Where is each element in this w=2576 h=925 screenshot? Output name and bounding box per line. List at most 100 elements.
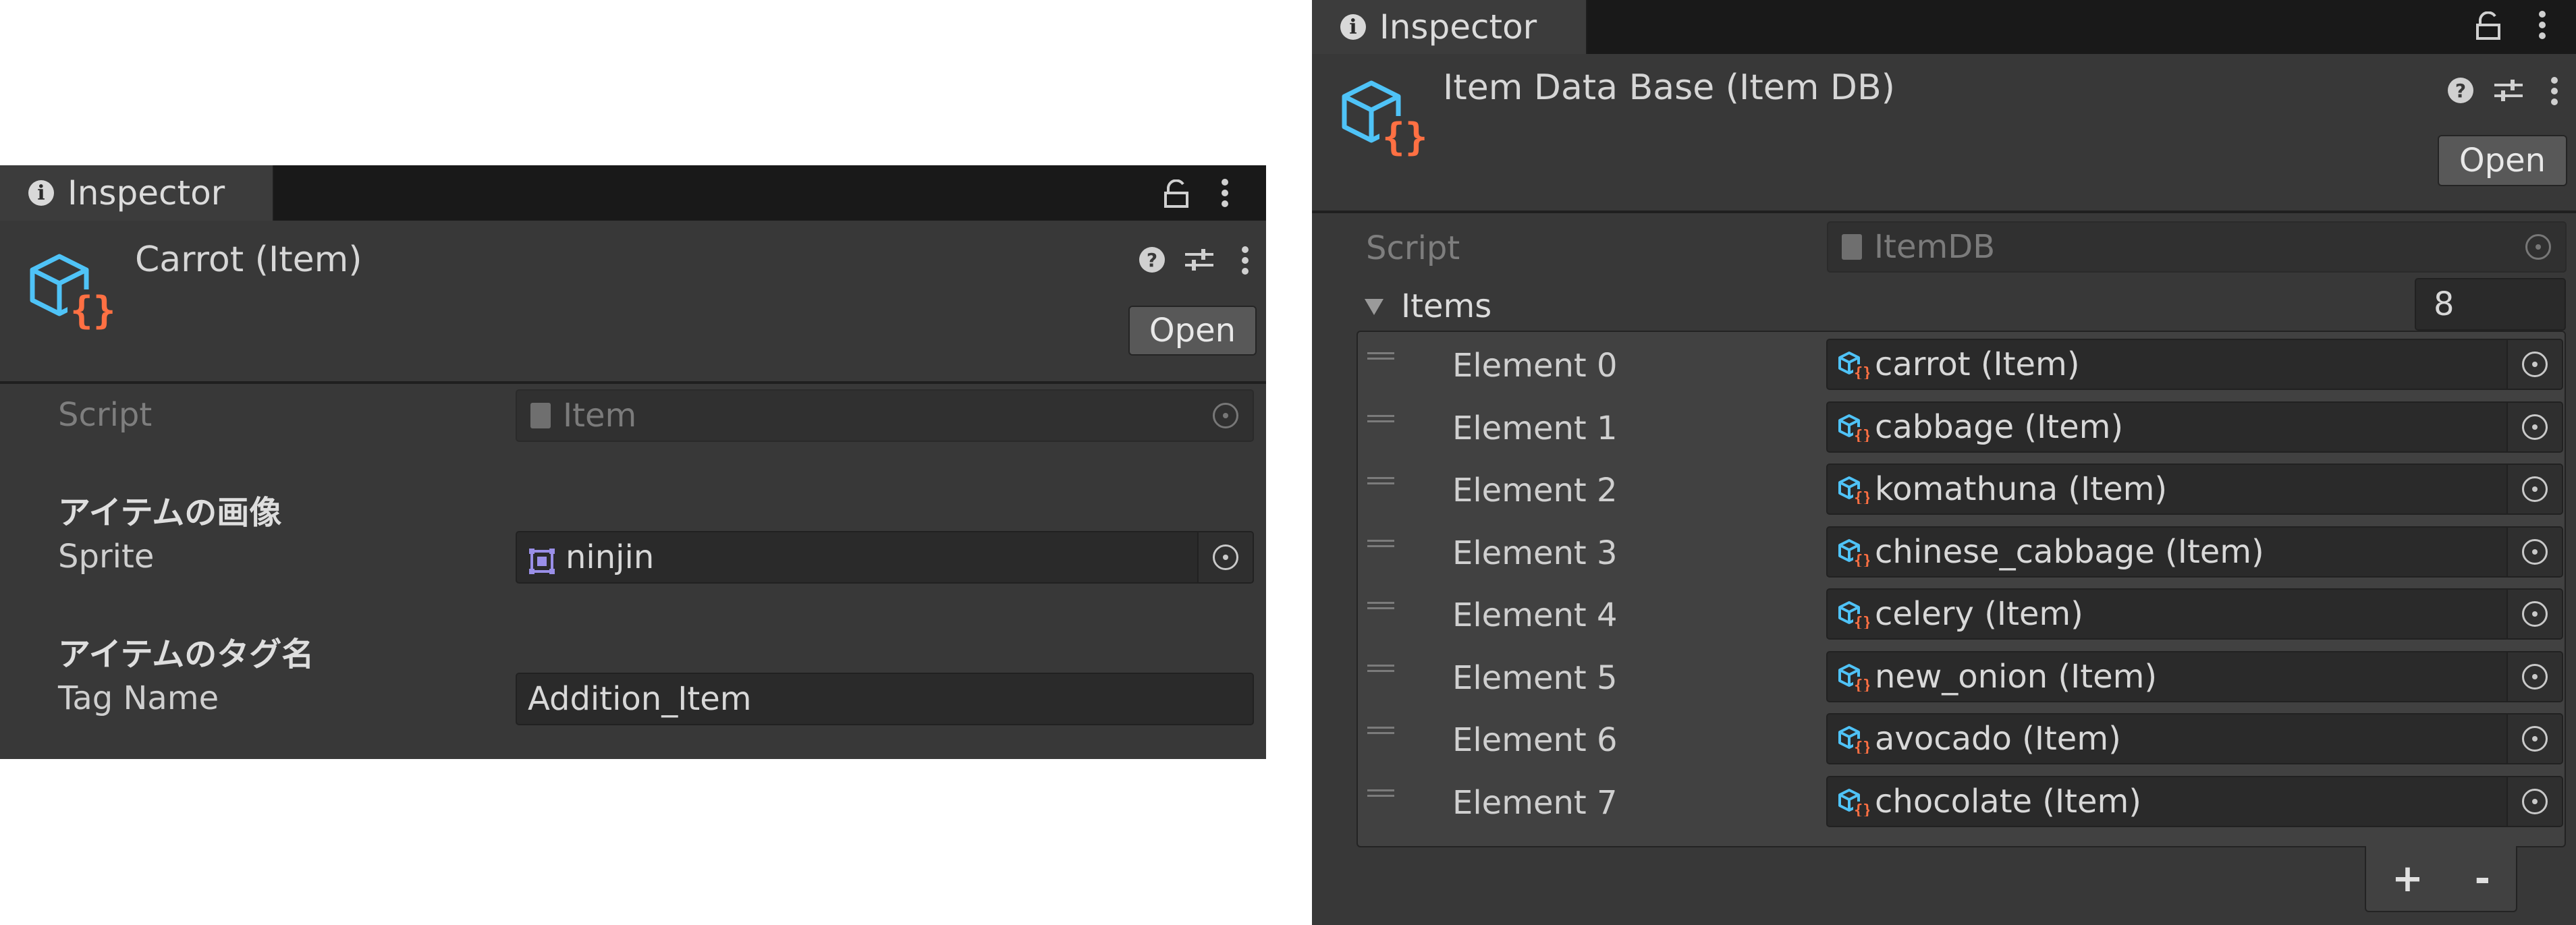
lock-icon[interactable] [1159,177,1193,211]
header-divider [1312,211,2576,213]
tab-label: Inspector [1379,7,1537,47]
object-picker-icon [2525,234,2551,260]
element-object-field[interactable]: {} avocado (Item) [1826,713,2563,764]
items-size-field[interactable]: 8 [2415,278,2566,331]
list-element-row: Element 0 {} carrot (Item) [1358,336,2565,393]
object-picker-button[interactable] [2506,340,2562,389]
element-label: Element 3 [1452,534,1618,572]
drag-handle-icon[interactable] [1367,727,1394,737]
open-button[interactable]: Open [2438,135,2567,186]
object-picker-icon [2522,726,2548,752]
open-button[interactable]: Open [1128,306,1257,356]
element-value: komathuna (Item) [1875,470,2168,508]
list-element-row: Element 7 {} chocolate (Item) [1358,773,2565,830]
kebab-menu-icon[interactable] [2532,8,2552,42]
drag-handle-icon[interactable] [1367,414,1394,426]
drag-handle-icon[interactable] [1367,539,1394,551]
svg-text:{}: {} [1854,615,1869,629]
list-footer-buttons: + - [2365,846,2517,912]
element-label: Element 0 [1452,347,1618,385]
object-picker-icon [2522,538,2548,565]
tab-bar: i Inspector [0,165,1266,221]
element-object-field[interactable]: {} chocolate (Item) [1826,775,2563,827]
list-element-row: Element 2 {} komathuna (Item) [1358,461,2565,517]
element-object-field[interactable]: {} new_onion (Item) [1826,650,2563,702]
object-picker-button[interactable] [1197,532,1253,582]
element-label: Element 4 [1452,596,1618,634]
script-label: Script [1366,229,1460,267]
items-foldout[interactable]: Items [1363,286,1491,327]
list-element-row: Element 4 {} celery (Item) [1358,586,2565,642]
object-picker-button[interactable] [2506,777,2562,826]
element-value: avocado (Item) [1875,720,2121,758]
preset-settings-icon[interactable] [1182,245,1216,275]
help-icon[interactable]: ? [1137,245,1167,275]
element-label: Element 5 [1452,658,1618,697]
item-asset-icon: {} [1837,599,1872,632]
object-picker-icon [2522,414,2548,440]
svg-text:?: ? [1147,249,1157,271]
element-object-field[interactable]: {} komathuna (Item) [1826,464,2563,515]
tag-name-input[interactable]: Addition_Item [516,673,1254,725]
object-picker-icon [2522,663,2548,690]
element-label: Element 7 [1452,783,1618,822]
script-value: Item [563,397,637,435]
object-picker-button[interactable] [2506,714,2562,763]
tag-name-value: Addition_Item [528,680,752,718]
list-element-row: Element 5 {} new_onion (Item) [1358,648,2565,705]
info-icon: i [1340,14,1366,40]
svg-text:{}: {} [1854,365,1869,379]
drag-handle-icon[interactable] [1367,789,1394,800]
asset-title: Item Data Base (Item DB) [1443,67,1895,108]
element-value: carrot (Item) [1875,345,2080,383]
script-field: Item [516,389,1254,442]
kebab-menu-icon[interactable] [1235,244,1255,277]
sprite-field[interactable]: ninjin [516,531,1254,584]
element-object-field[interactable]: {} carrot (Item) [1826,339,2563,390]
sprite-label: Sprite [58,538,155,576]
sprite-section-header: アイテムの画像 [58,494,282,532]
drag-handle-icon[interactable] [1367,477,1394,488]
drag-handle-icon[interactable] [1367,352,1394,363]
info-icon: i [28,180,54,206]
items-label: Items [1401,287,1492,325]
object-picker-icon [1213,544,1238,570]
help-icon[interactable]: ? [2446,76,2475,105]
element-label: Element 1 [1452,409,1618,447]
tag-section-header: アイテムのタグ名 [58,636,314,673]
kebab-menu-icon[interactable] [2544,74,2565,108]
script-field: ItemDB [1827,221,2567,273]
script-file-icon [530,403,551,428]
object-picker-button[interactable] [2506,527,2562,576]
element-value: new_onion (Item) [1875,657,2158,696]
element-object-field[interactable]: {} cabbage (Item) [1826,401,2563,453]
element-object-field[interactable]: {} chinese_cabbage (Item) [1826,526,2563,578]
object-picker-icon [2522,601,2548,627]
items-list: Element 0 {} carrot (Item) Element 1 {} cabba… [1356,331,2566,847]
tab-inspector[interactable]: i Inspector [0,165,274,221]
element-value: chinese_cabbage (Item) [1875,532,2264,571]
svg-text:{}: {} [1854,802,1869,816]
element-value: cabbage (Item) [1875,408,2124,446]
svg-text:{}: {} [1854,490,1869,504]
tab-inspector[interactable]: i Inspector [1312,0,1587,54]
object-picker [2511,223,2565,271]
lock-icon[interactable] [2471,9,2505,43]
object-picker-button[interactable] [2506,652,2562,701]
script-label: Script [58,396,153,434]
kebab-menu-icon[interactable] [1215,176,1235,210]
remove-element-button[interactable]: - [2475,857,2490,901]
drag-handle-icon[interactable] [1367,602,1394,613]
object-picker-button[interactable] [2506,590,2562,638]
object-picker-button[interactable] [2506,402,2562,451]
add-element-button[interactable]: + [2392,857,2423,901]
drag-handle-icon[interactable] [1367,664,1394,675]
sprite-icon [529,544,555,574]
tab-bar: i Inspector [1312,0,2576,54]
preset-settings-icon[interactable] [2492,76,2525,105]
tag-name-label: Tag Name [58,679,219,717]
element-object-field[interactable]: {} celery (Item) [1826,588,2563,640]
object-picker-button[interactable] [2506,465,2562,513]
header-divider [0,381,1266,384]
svg-text:?: ? [2455,80,2466,102]
